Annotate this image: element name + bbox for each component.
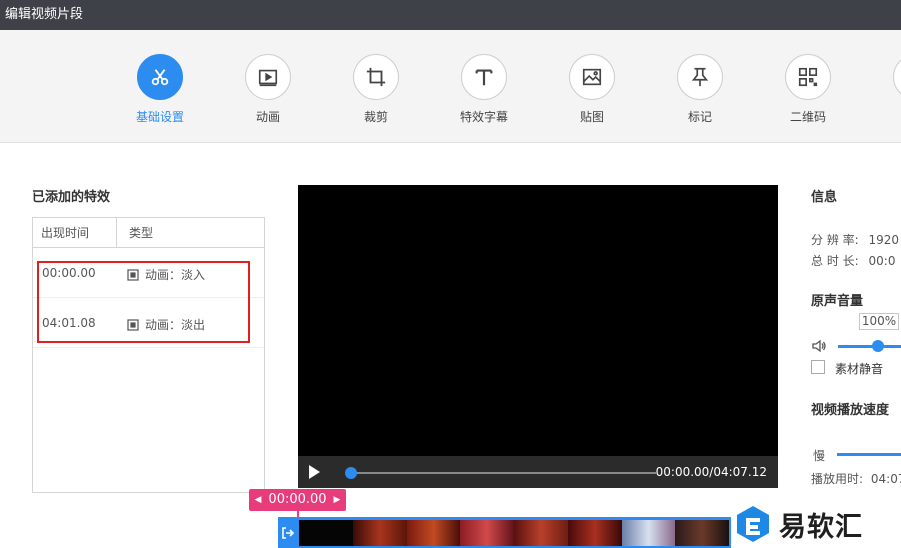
column-divider (116, 218, 117, 248)
watermark-logo-icon (737, 506, 769, 542)
info-title: 信息 (811, 190, 838, 205)
timeline-thumbnails (299, 520, 729, 546)
timeline-start-handle[interactable] (278, 517, 298, 548)
tab-mark-label: 标记 (687, 110, 712, 124)
tab-basic-settings[interactable]: 基础设置 (115, 54, 205, 125)
play-icon[interactable] (306, 464, 322, 480)
column-header-time: 出现时间 (41, 226, 90, 240)
effects-table-header: 出现时间 类型 (33, 218, 264, 248)
video-controls: 00:00.00/04:07.12 (298, 456, 778, 488)
tab-animation-label: 动画 (255, 110, 280, 124)
timeline-frame (406, 520, 461, 546)
duration-label: 总 时 长: (811, 254, 859, 268)
volume-title: 原声音量 (811, 294, 864, 309)
mute-label: 素材静音 (835, 362, 884, 376)
pin-icon (691, 67, 709, 87)
tab-mark[interactable]: 标记 (655, 54, 745, 125)
scissors-icon (151, 69, 169, 86)
volume-slider-handle[interactable] (872, 340, 884, 352)
play-time-row: 播放用时: 04:07 (811, 470, 901, 487)
play-frame-icon (258, 69, 278, 87)
crop-icon (366, 67, 386, 87)
timeline-frame (621, 520, 676, 546)
timeline[interactable] (278, 517, 731, 548)
tab-text-effects[interactable]: 特效字幕 (439, 54, 529, 125)
speed-title: 视频播放速度 (811, 403, 890, 418)
speed-slider-track[interactable] (837, 453, 901, 456)
tab-text-effects-label: 特效字幕 (459, 110, 508, 124)
marker-right-arrow-icon[interactable]: ▶ (330, 489, 344, 511)
resolution-row: 分 辨 率: 1920 (811, 231, 899, 248)
timeline-frame (567, 520, 622, 546)
window-title: 编辑视频片段 (0, 0, 901, 30)
resolution-label: 分 辨 率: (811, 233, 859, 247)
text-icon (475, 69, 493, 86)
speed-slow-label: 慢 (813, 449, 826, 463)
resolution-value: 1920 (868, 233, 900, 247)
tab-more[interactable]: 马 (871, 54, 901, 125)
timeline-frame (352, 520, 407, 546)
timeline-frame (514, 520, 568, 546)
highlight-box (37, 261, 250, 343)
tab-sticker-label: 贴图 (579, 110, 604, 124)
volume-slider-track[interactable] (838, 345, 901, 348)
duration-value: 00:0 (868, 254, 896, 268)
enter-bracket-icon (282, 526, 295, 539)
effects-title: 已添加的特效 (32, 190, 111, 205)
tab-basic-settings-label: 基础设置 (135, 110, 184, 124)
tab-more-label: 马 (871, 108, 901, 125)
video-progress-track[interactable] (350, 472, 656, 474)
time-marker[interactable]: ◀ 00:00.00 ▶ (249, 489, 346, 511)
tab-qrcode[interactable]: 二维码 (763, 54, 853, 125)
image-icon (582, 68, 602, 86)
mute-checkbox[interactable] (811, 360, 825, 374)
video-time: 00:00.00/04:07.12 (655, 465, 767, 479)
timeline-frame (299, 520, 353, 546)
play-time-value: 04:07 (870, 472, 901, 486)
tab-animation[interactable]: 动画 (223, 54, 313, 125)
timeline-frame (675, 520, 729, 546)
watermark: 易软汇 (733, 500, 901, 548)
column-header-type: 类型 (129, 226, 154, 240)
duration-row: 总 时 长: 00:0 (811, 252, 895, 269)
play-time-label: 播放用时: (811, 472, 864, 486)
watermark-text: 易软汇 (779, 511, 863, 543)
toolbar: 基础设置 动画 裁剪 特效字幕 贴图 标记 二维码 (0, 30, 901, 143)
video-progress-handle[interactable] (345, 467, 357, 479)
speaker-icon[interactable] (811, 338, 827, 354)
qrcode-icon (798, 67, 818, 87)
timeline-frame (460, 520, 514, 546)
tab-crop-label: 裁剪 (363, 110, 388, 124)
video-preview[interactable] (298, 185, 778, 488)
tab-crop[interactable]: 裁剪 (331, 54, 421, 125)
volume-tooltip: 100% (859, 313, 899, 330)
tab-sticker[interactable]: 贴图 (547, 54, 637, 125)
effects-table: 出现时间 类型 00:00.00 动画：淡入 04:01.08 动画：淡出 (32, 217, 265, 493)
tab-qrcode-label: 二维码 (789, 110, 826, 124)
